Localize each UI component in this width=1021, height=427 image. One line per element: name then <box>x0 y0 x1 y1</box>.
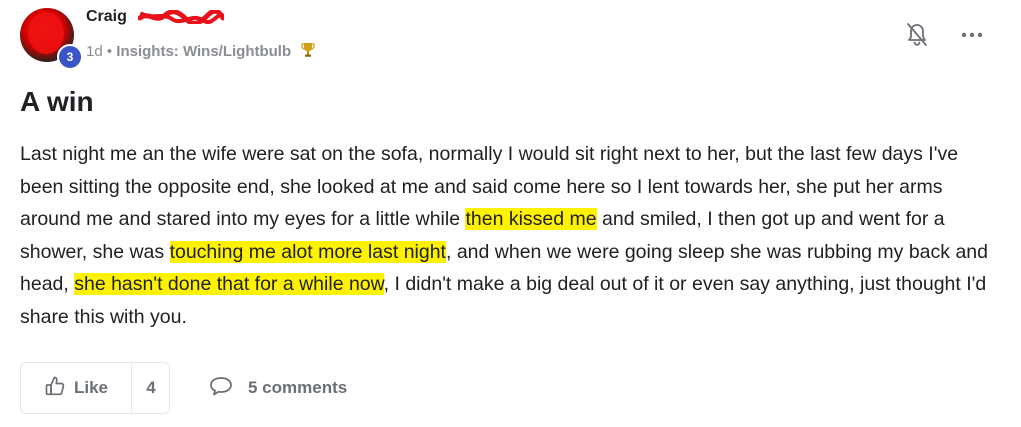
like-label: Like <box>73 378 109 397</box>
post-card: 3 Craig 1d • Insights: Wins/Lightbulb A … <box>0 0 1021 427</box>
body-highlight: she hasn't done that for a while now <box>74 273 384 295</box>
comment-icon <box>208 375 234 402</box>
like-control: Like 4 <box>20 362 170 414</box>
bell-icon[interactable] <box>905 22 929 48</box>
trophy-icon <box>301 42 315 62</box>
body-highlight: then kissed me <box>465 208 597 230</box>
body-highlight: touching me alot more last night <box>169 240 446 263</box>
comments-button[interactable]: 5 comments <box>208 362 347 414</box>
post-meta: 1d • Insights: Wins/Lightbulb <box>86 42 315 62</box>
post-actions: Like 4 5 comments <box>20 362 620 416</box>
post-title: A win <box>20 86 94 117</box>
post-body: Last night me an the wife were sat on th… <box>20 138 1005 333</box>
author-name[interactable]: Craig <box>86 8 127 26</box>
post-time[interactable]: 1d <box>86 43 103 60</box>
comments-label: 5 comments <box>248 378 348 397</box>
avatar-redaction <box>28 12 64 54</box>
like-button[interactable]: Like <box>21 363 131 413</box>
level-badge: 3 <box>57 44 83 70</box>
name-redaction-scribble <box>138 10 224 24</box>
post-header: 3 Craig 1d • Insights: Wins/Lightbulb <box>20 6 1000 70</box>
meta-separator: • <box>106 43 113 60</box>
more-horizontal-icon[interactable] <box>960 28 984 40</box>
post-category[interactable]: Insights: Wins/Lightbulb <box>116 43 291 60</box>
thumbs-up-icon <box>44 375 66 402</box>
like-count[interactable]: 4 <box>132 363 170 413</box>
